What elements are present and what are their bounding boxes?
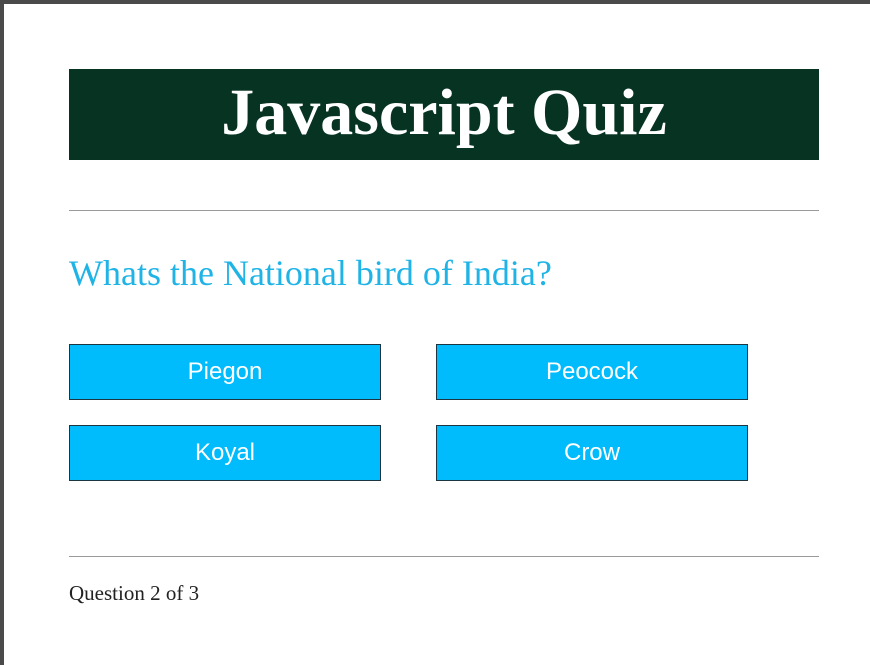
choice-button-3[interactable]: Koyal — [69, 425, 381, 481]
answer-choices: Piegon Peocock Koyal Crow — [69, 344, 819, 481]
header-divider — [69, 210, 819, 211]
window-top-border — [0, 0, 870, 4]
question-progress: Question 2 of 3 — [69, 581, 200, 605]
choice-button-1[interactable]: Piegon — [69, 344, 381, 400]
quiz-header: Javascript Quiz — [69, 69, 819, 160]
footer-divider — [69, 556, 819, 557]
quiz-title: Javascript Quiz — [221, 75, 667, 149]
choice-button-2[interactable]: Peocock — [436, 344, 748, 400]
window-left-border — [0, 0, 4, 665]
question-text: Whats the National bird of India? — [69, 253, 552, 293]
choice-button-4[interactable]: Crow — [436, 425, 748, 481]
quiz-container: Javascript Quiz Whats the National bird … — [69, 69, 819, 605]
